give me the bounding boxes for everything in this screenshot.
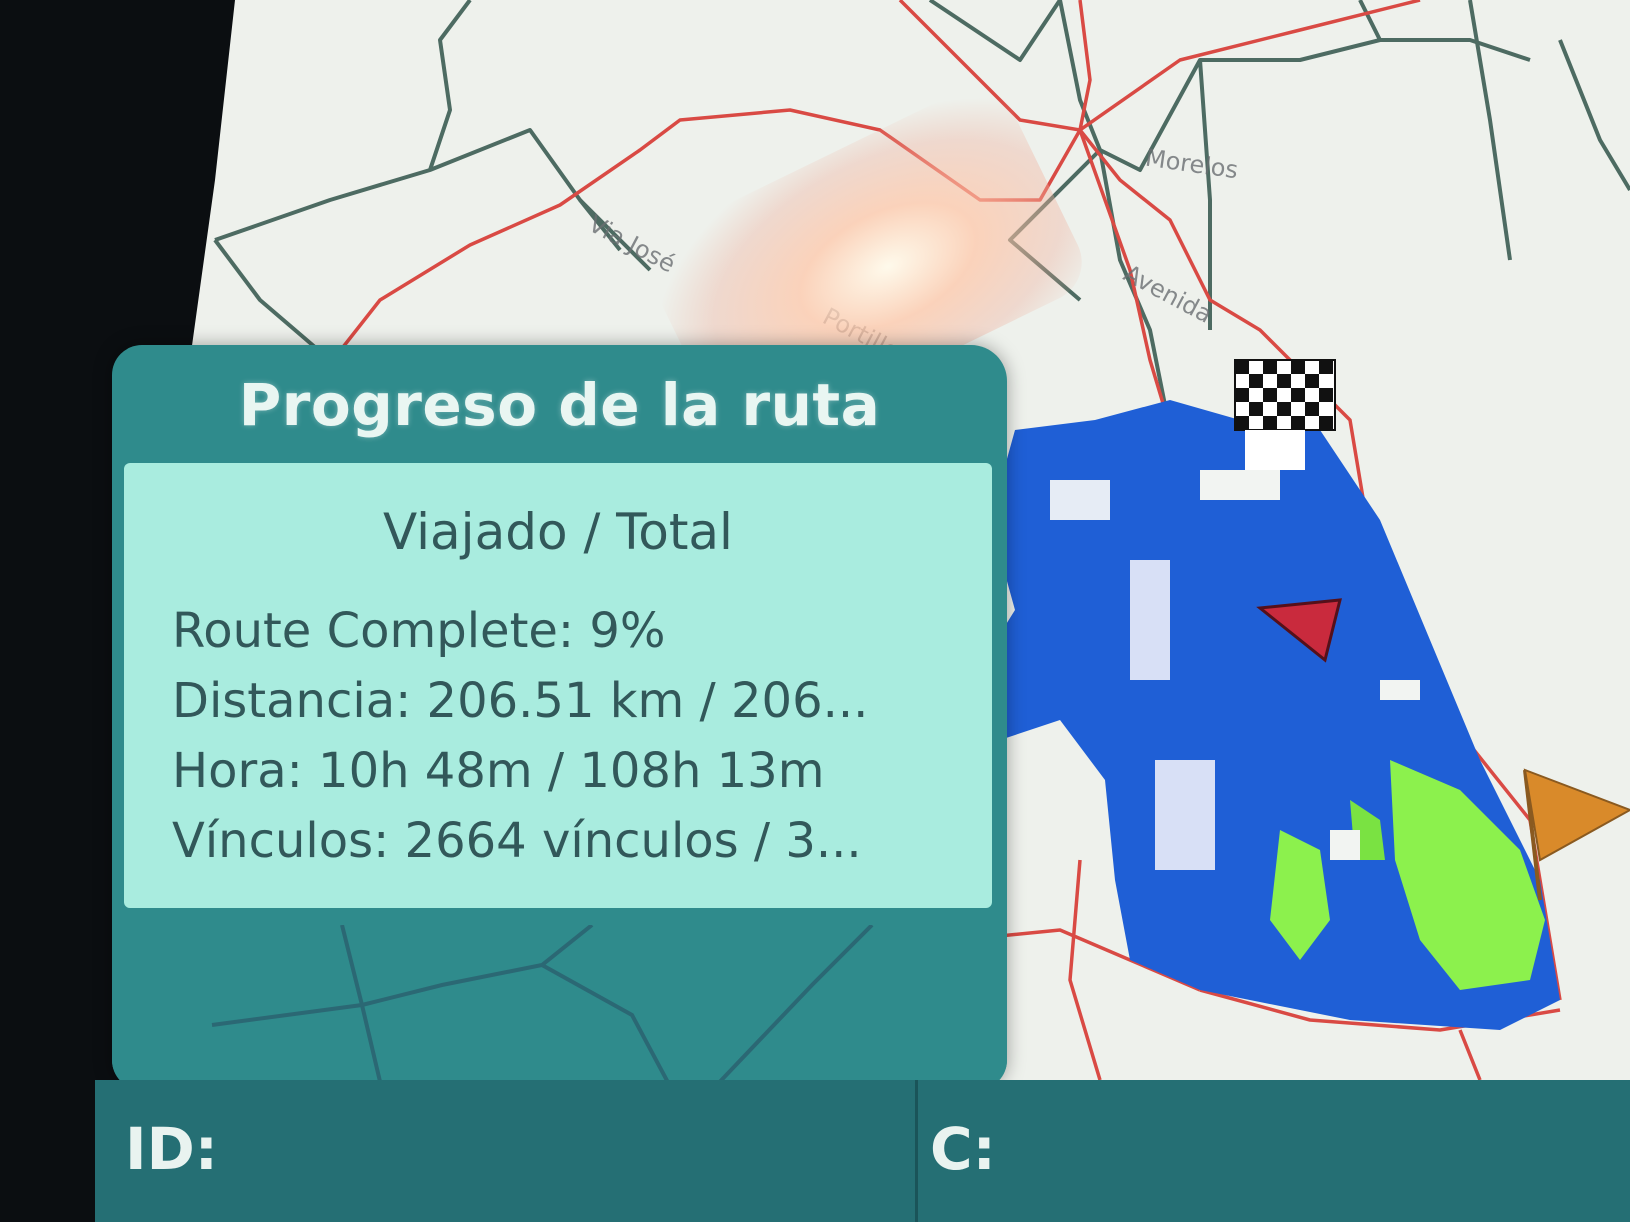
route-progress-stats: Viajado / Total Route Complete: 9% Dista…: [124, 463, 992, 908]
distance-stat: Distancia: 206.51 km / 206...: [172, 673, 869, 729]
time-stat: Hora: 10h 48m / 108h 13m: [172, 743, 825, 799]
c-label: C:: [930, 1115, 996, 1183]
gps-screen: Via José Portillo Avenida Morelos Progre…: [0, 0, 1630, 1222]
panel-title: Progreso de la ruta: [238, 371, 881, 439]
links-stat: Vínculos: 2664 vínculos / 3...: [172, 813, 862, 869]
route-complete-stat: Route Complete: 9%: [172, 603, 666, 659]
status-bar: ID: C:: [95, 1080, 1630, 1222]
status-divider: [915, 1080, 918, 1222]
id-label: ID:: [125, 1115, 218, 1183]
panel-subtitle: Viajado / Total: [383, 503, 733, 561]
panel-map-preview: [112, 925, 1007, 1090]
route-progress-panel[interactable]: Progreso de la ruta Viajado / Total Rout…: [112, 345, 1007, 1090]
